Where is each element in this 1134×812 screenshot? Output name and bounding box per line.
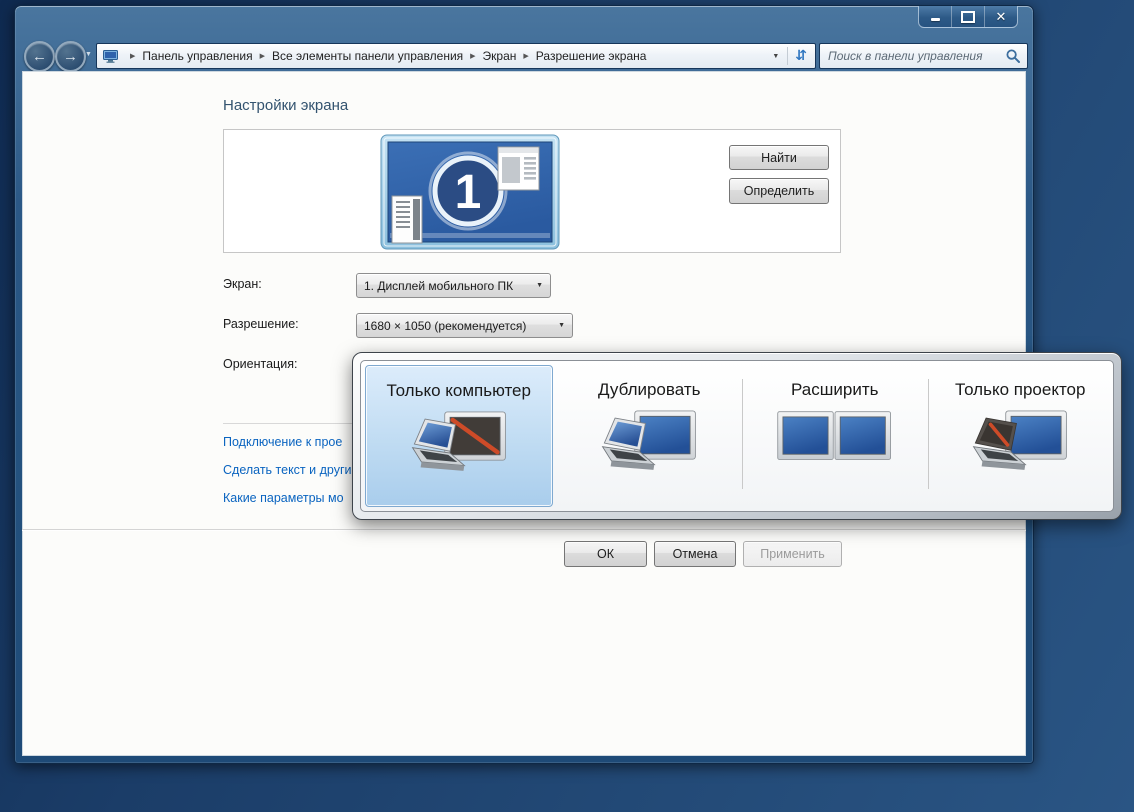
connect-projector-link[interactable]: Подключение к прое bbox=[223, 435, 342, 449]
mode-computer-only[interactable]: Только компьютер bbox=[365, 365, 553, 507]
title-bar[interactable]: ✕ bbox=[15, 6, 1033, 39]
mode-label: Только компьютер bbox=[366, 381, 552, 401]
resolution-dropdown[interactable]: 1680 × 1050 (рекомендуется) ▼ bbox=[356, 313, 573, 338]
mode-projector-only[interactable]: Только проектор bbox=[928, 361, 1114, 511]
monitor-number: 1 bbox=[455, 166, 482, 219]
screen-dropdown-value: 1. Дисплей мобильного ПК bbox=[357, 279, 513, 293]
maximize-icon bbox=[961, 11, 975, 23]
forward-button[interactable]: → bbox=[55, 41, 86, 72]
page-title: Настройки экрана bbox=[223, 97, 348, 114]
breadcrumb-item-screen-resolution[interactable]: Разрешение экрана bbox=[536, 49, 647, 63]
projector-mode-panel: Только компьютер bbox=[352, 352, 1122, 520]
breadcrumb-item-control-panel[interactable]: Панель управления bbox=[142, 49, 252, 63]
chevron-right-icon: ▶ bbox=[516, 52, 535, 60]
chevron-down-icon: ▼ bbox=[536, 282, 550, 289]
breadcrumb[interactable]: ▶ Панель управления ▶ Все элементы панел… bbox=[96, 43, 816, 69]
mode-label: Дублировать bbox=[557, 380, 743, 400]
projector-mode-options: Только компьютер bbox=[360, 360, 1114, 512]
chevron-right-icon: ▶ bbox=[253, 52, 272, 60]
make-text-larger-link[interactable]: Сделать текст и други bbox=[223, 463, 352, 477]
search-icon[interactable] bbox=[1006, 49, 1020, 63]
breadcrumb-item-all-items[interactable]: Все элементы панели управления bbox=[272, 49, 463, 63]
screen-field-label: Экран: bbox=[223, 273, 262, 296]
resolution-field-label: Разрешение: bbox=[223, 313, 299, 336]
laptop-with-monitor-on-icon bbox=[557, 409, 743, 479]
chevron-down-icon: ▼ bbox=[558, 322, 572, 329]
buttons-divider bbox=[22, 529, 1026, 530]
window-controls: ✕ bbox=[918, 6, 1018, 28]
breadcrumb-item-display[interactable]: Экран bbox=[483, 49, 517, 63]
recent-pages-dropdown[interactable]: ▼ bbox=[85, 51, 92, 58]
chevron-right-icon: ▶ bbox=[463, 52, 482, 60]
search-box bbox=[819, 43, 1028, 69]
maximize-button[interactable] bbox=[951, 6, 984, 27]
document-thumbnail bbox=[392, 196, 422, 243]
mode-label: Расширить bbox=[742, 380, 928, 400]
monitor-preview-box: 1 bbox=[223, 129, 841, 253]
minimize-icon bbox=[931, 18, 940, 21]
ok-button[interactable]: ОК bbox=[564, 541, 647, 567]
window-thumbnail bbox=[498, 147, 539, 190]
laptop-with-monitor-off-icon bbox=[366, 410, 552, 480]
screen-dropdown[interactable]: 1. Дисплей мобильного ПК ▼ bbox=[356, 273, 551, 298]
cancel-button[interactable]: Отмена bbox=[654, 541, 736, 567]
address-dropdown-icon[interactable]: ▼ bbox=[764, 53, 787, 60]
close-button[interactable]: ✕ bbox=[984, 6, 1017, 27]
orientation-field-label: Ориентация: bbox=[223, 353, 297, 376]
display-settings-help-link[interactable]: Какие параметры мо bbox=[223, 491, 344, 505]
dual-monitors-icon bbox=[742, 409, 928, 463]
apply-button[interactable]: Применить bbox=[743, 541, 842, 567]
back-arrow-icon: ← bbox=[32, 48, 47, 65]
minimize-button[interactable] bbox=[919, 6, 951, 27]
desktop: { "glyphs": { "close": "✕", "back_arrow"… bbox=[0, 0, 1134, 812]
search-input[interactable] bbox=[820, 49, 1006, 63]
identify-button[interactable]: Определить bbox=[729, 178, 829, 204]
chevron-right-icon: ▶ bbox=[123, 52, 142, 60]
close-icon: ✕ bbox=[996, 10, 1007, 23]
forward-arrow-icon: → bbox=[63, 48, 78, 65]
laptop-off-with-monitor-on-icon bbox=[928, 409, 1114, 479]
navigation-toolbar: ← → ▼ ▶ Панель управления ▶ Все элементы… bbox=[22, 39, 1026, 71]
find-button[interactable]: Найти bbox=[729, 145, 829, 170]
mode-label: Только проектор bbox=[928, 380, 1114, 400]
resolution-dropdown-value: 1680 × 1050 (рекомендуется) bbox=[357, 319, 526, 333]
back-button[interactable]: ← bbox=[24, 41, 55, 72]
mode-duplicate[interactable]: Дублировать bbox=[557, 361, 743, 511]
refresh-icon[interactable]: ⇵ bbox=[788, 47, 815, 66]
monitor-1-preview[interactable]: 1 bbox=[380, 134, 560, 251]
display-icon bbox=[103, 50, 118, 63]
mode-extend[interactable]: Расширить bbox=[742, 361, 928, 511]
